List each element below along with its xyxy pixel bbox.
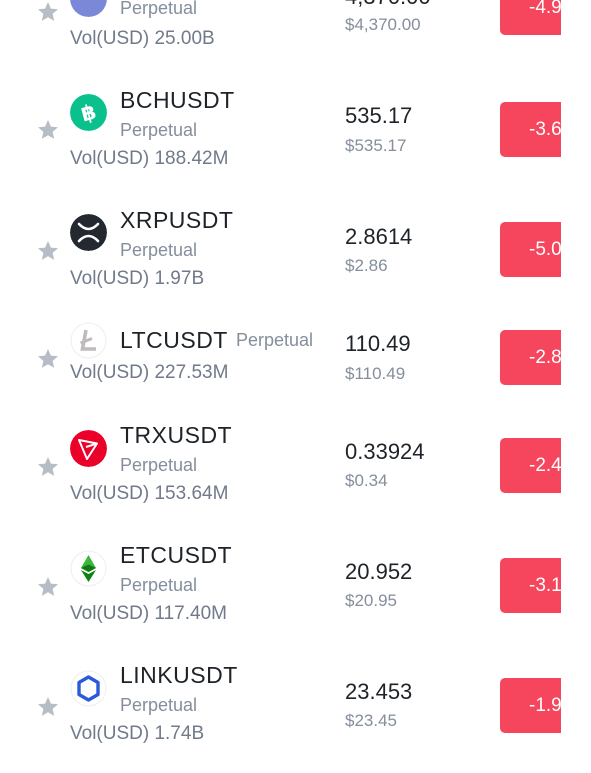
last-price: 535.17	[345, 103, 413, 128]
usd-price: $23.45	[345, 711, 397, 730]
contract-type-label: Perpetual	[120, 240, 198, 260]
usd-price: $4,370.00	[345, 15, 421, 34]
bitcoin-cash-icon: ฿	[70, 94, 107, 131]
screen-edge	[561, 0, 591, 773]
tron-icon	[70, 430, 107, 467]
volume-label: Vol(USD) 227.53M	[70, 362, 229, 383]
litecoin-icon	[70, 322, 107, 359]
eth-icon	[70, 0, 107, 17]
last-price: 2.8614	[345, 224, 413, 249]
last-price: 0.33924	[345, 439, 425, 464]
usd-price: $2.86	[345, 256, 388, 275]
market-row-ltcusdt[interactable]: LTCUSDT Perpetual Vol(USD) 227.53M 110.4…	[0, 320, 591, 410]
star-icon[interactable]	[36, 695, 60, 719]
xrp-icon	[70, 214, 107, 251]
ethereum-classic-icon	[70, 550, 107, 587]
last-price: 110.49	[345, 331, 411, 356]
star-icon[interactable]	[36, 239, 60, 263]
last-price: 23.453	[345, 679, 413, 704]
star-icon[interactable]	[36, 118, 60, 142]
star-icon[interactable]	[36, 347, 60, 371]
market-row-eth[interactable]: Perpetual Vol(USD) 25.00B 4,370.00 $4,37…	[0, 0, 591, 70]
volume-label: Vol(USD) 188.42M	[70, 148, 229, 169]
star-icon[interactable]	[36, 455, 60, 479]
last-price: 4,370.00	[345, 0, 431, 10]
market-row-trxusdt[interactable]: TRXUSDT Perpetual Vol(USD) 153.64M 0.339…	[0, 415, 591, 525]
last-price: 20.952	[345, 559, 413, 584]
contract-type-label: Perpetual	[120, 695, 198, 715]
contract-type-label: Perpetual	[120, 120, 198, 140]
usd-price: $110.49	[345, 364, 406, 383]
symbol-label: XRPUSDT	[120, 207, 234, 233]
symbol-label: TRXUSDT	[120, 422, 233, 448]
usd-price: $0.34	[345, 471, 388, 490]
volume-label: Vol(USD) 117.40M	[70, 603, 227, 624]
usd-price: $20.95	[345, 591, 397, 610]
volume-label: Vol(USD) 1.97B	[70, 268, 205, 289]
contract-type-label: Perpetual	[236, 330, 314, 350]
market-row-linkusdt[interactable]: LINKUSDT Perpetual Vol(USD) 1.74B 23.453…	[0, 655, 591, 773]
volume-label: Vol(USD) 153.64M	[70, 483, 229, 504]
star-icon[interactable]	[36, 575, 60, 599]
star-icon[interactable]	[36, 0, 60, 24]
market-row-bchusdt[interactable]: ฿ BCHUSDT Perpetual Vol(USD) 188.42M 535…	[0, 80, 591, 190]
market-row-xrpusdt[interactable]: XRPUSDT Perpetual Vol(USD) 1.97B 2.8614 …	[0, 200, 591, 310]
contract-type-label: Perpetual	[120, 575, 198, 595]
chainlink-icon	[70, 670, 107, 707]
symbol-label: LINKUSDT	[120, 662, 238, 688]
contract-type-label: Perpetual	[120, 0, 198, 18]
volume-label: Vol(USD) 1.74B	[70, 723, 205, 744]
usd-price: $535.17	[345, 136, 407, 155]
symbol-label: ETCUSDT	[120, 542, 233, 568]
contract-type-label: Perpetual	[120, 455, 198, 475]
symbol-label: LTCUSDT	[120, 327, 228, 353]
market-row-etcusdt[interactable]: ETCUSDT Perpetual Vol(USD) 117.40M 20.95…	[0, 535, 591, 645]
symbol-label: BCHUSDT	[120, 87, 235, 113]
volume-label: Vol(USD) 25.00B	[70, 28, 215, 49]
